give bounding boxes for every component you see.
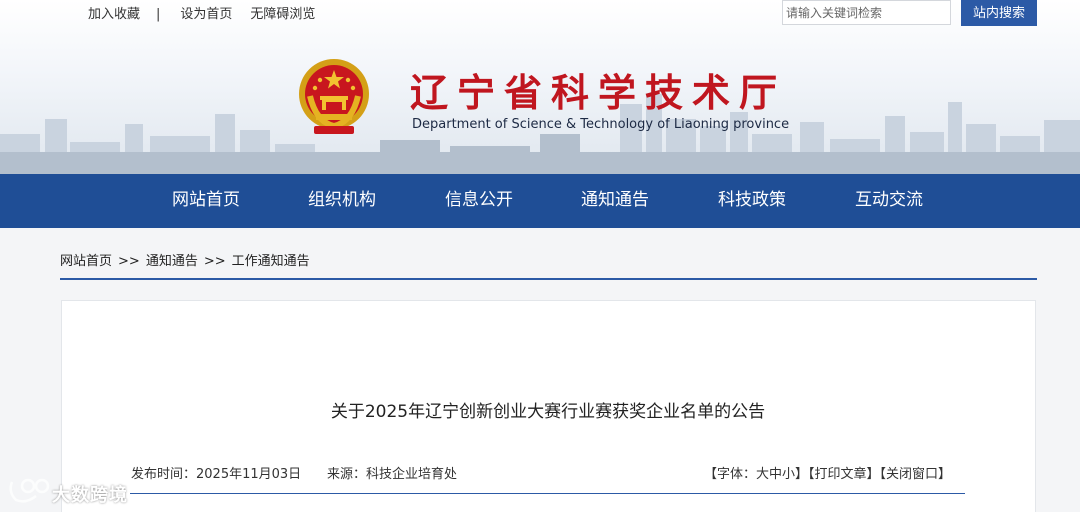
breadcrumb-separator: >> [203, 254, 226, 269]
source-label: 来源： [327, 467, 367, 482]
watermark-text: 大数跨境 [52, 485, 128, 506]
source-value: 科技企业培育处 [366, 467, 458, 482]
article-title: 关于2025年辽宁创新创业大赛行业赛获奖企业名单的公告 [330, 402, 766, 422]
article-date: 发布时间：2025年11月03日 [131, 463, 301, 482]
top-links: 加入收藏 | 设为首页 无障碍浏览 [88, 3, 315, 22]
site-title-english: Department of Science & Technology of Li… [412, 117, 790, 132]
national-emblem-icon [299, 59, 369, 134]
nav-item-policy[interactable]: 科技政策 [718, 174, 786, 228]
breadcrumb-home[interactable]: 网站首页 [60, 254, 112, 269]
breadcrumb-work-notices[interactable]: 工作通知通告 [232, 254, 310, 269]
site-title-chinese: 辽宁省科学技术厅 [410, 70, 787, 115]
nav-item-information[interactable]: 信息公开 [445, 174, 513, 228]
top-link-separator: | [156, 7, 161, 22]
font-size-toggle[interactable]: 【字体：大中小】 [704, 467, 808, 482]
breadcrumb: 网站首页 >> 通知通告 >> 工作通知通告 [60, 250, 310, 269]
print-article-link[interactable]: 【打印文章】 [808, 467, 880, 482]
add-favorite-link[interactable]: 加入收藏 [88, 3, 140, 22]
close-window-link[interactable]: 【关闭窗口】 [880, 467, 952, 482]
breadcrumb-divider [60, 278, 1037, 280]
search-input[interactable] [782, 0, 951, 25]
nav-item-home[interactable]: 网站首页 [172, 174, 240, 228]
meta-divider [130, 493, 965, 494]
article-tools: 【字体：大中小】【打印文章】【关闭窗口】 [704, 463, 951, 482]
breadcrumb-notices[interactable]: 通知通告 [146, 254, 198, 269]
nav-item-interaction[interactable]: 互动交流 [855, 174, 923, 228]
accessibility-link[interactable]: 无障碍浏览 [250, 3, 315, 22]
date-value: 2025年11月03日 [196, 467, 302, 482]
article-source: 来源：科技企业培育处 [327, 463, 457, 482]
site-header: 加入收藏 | 设为首页无障碍浏览 站内搜索 辽宁省科学技术厅 Department … [0, 0, 1080, 174]
nav-item-notices[interactable]: 通知通告 [581, 174, 649, 228]
main-nav: 网站首页 组织机构 信息公开 通知通告 科技政策 互动交流 [0, 174, 1080, 228]
set-homepage-link[interactable]: 设为首页 [180, 3, 232, 22]
breadcrumb-separator: >> [118, 254, 140, 269]
search-button[interactable]: 站内搜索 [961, 0, 1037, 26]
nav-item-organization[interactable]: 组织机构 [308, 174, 376, 228]
